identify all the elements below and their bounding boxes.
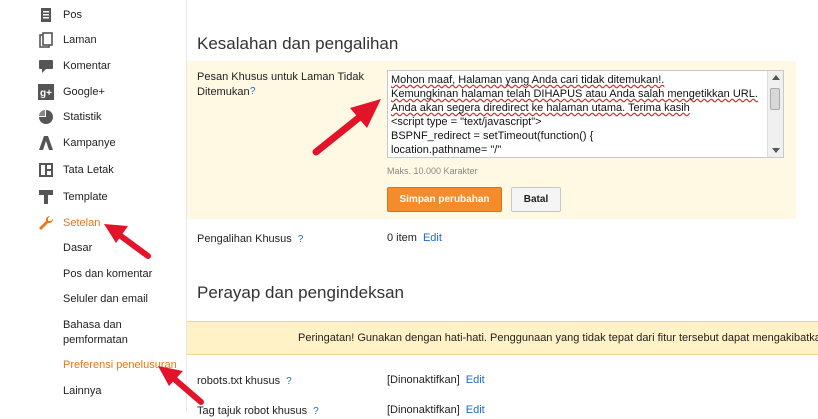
message-line: <script type = "text/javascript">: [391, 116, 542, 128]
sidebar-item-label: Komentar: [63, 60, 111, 72]
robot-tags-label: Tag tajuk robot khusus: [197, 405, 308, 417]
pages-icon: [39, 32, 53, 48]
posts-icon: [41, 8, 51, 22]
comments-icon: [39, 60, 53, 73]
section-title-errors: Kesalahan dan pengalihan: [197, 34, 399, 53]
robot-tags-status: [Dinonaktifkan]: [387, 404, 460, 416]
cancel-button[interactable]: Batal: [511, 187, 561, 212]
section-title-crawlers: Perayap dan pengindeksan: [197, 283, 404, 302]
help-icon[interactable]: ?: [298, 234, 304, 245]
sidebar-subitem-bahasa[interactable]: Bahasa dan pemformatan: [63, 318, 128, 348]
layout-icon: [39, 163, 53, 177]
svg-text:g+: g+: [40, 88, 52, 99]
custom-redirect-value-row: 0 item Edit: [387, 232, 442, 244]
sidebar-item-label: Pos: [63, 9, 82, 21]
custom-404-label: Pesan Khusus untuk Laman Tidak Ditemukan: [197, 70, 377, 100]
sidebar-nav: Pos Laman Komentar g+ Google+ Statistik …: [0, 0, 180, 411]
sidebar-item-google-plus[interactable]: g+ Google+: [38, 83, 105, 101]
textarea-scrollbar[interactable]: [767, 71, 783, 157]
sidebar-item-label: Kampanye: [63, 137, 116, 149]
help-icon[interactable]: ?: [250, 86, 256, 97]
edit-redirect-link[interactable]: Edit: [423, 232, 442, 244]
sidebar-item-label: Template: [63, 191, 108, 203]
sidebar-item-setelan[interactable]: Setelan: [38, 214, 100, 232]
edit-robot-tags-link[interactable]: Edit: [466, 404, 485, 416]
sidebar-item-label: Laman: [63, 34, 97, 46]
message-line: Mohon maaf, Halaman yang Anda cari tidak…: [391, 74, 665, 86]
sidebar-subitem-dasar[interactable]: Dasar: [63, 241, 92, 256]
google-plus-icon: g+: [38, 84, 54, 100]
custom-redirect-count: 0 item: [387, 232, 417, 244]
edit-robots-txt-link[interactable]: Edit: [466, 374, 485, 386]
sidebar-item-template[interactable]: Template: [38, 188, 108, 206]
sidebar-item-label: Statistik: [63, 111, 102, 123]
sidebar-item-komentar[interactable]: Komentar: [38, 57, 111, 75]
sidebar-subitem-preferensi-penelusuran[interactable]: Preferensi penelusuran: [63, 358, 177, 373]
warning-banner: Peringatan! Gunakan dengan hati-hati. Pe…: [187, 321, 818, 355]
scroll-up-arrow-icon[interactable]: [772, 75, 780, 80]
sidebar-item-laman[interactable]: Laman: [38, 31, 97, 49]
save-changes-button[interactable]: Simpan perubahan: [387, 187, 502, 212]
settings-wrench-icon: [39, 215, 54, 230]
message-line: location.pathname= "/": [391, 144, 502, 156]
robot-tags-row: Tag tajuk robot khusus?: [197, 404, 319, 419]
sidebar-item-statistik[interactable]: Statistik: [38, 108, 102, 126]
message-line: Anda akan segera diredirect ke halaman u…: [391, 102, 690, 114]
robots-txt-status: [Dinonaktifkan]: [387, 374, 460, 386]
stats-icon: [39, 110, 53, 124]
warning-text: Peringatan! Gunakan dengan hati-hati. Pe…: [298, 332, 818, 344]
sidebar-item-label: Tata Letak: [63, 164, 114, 176]
scroll-down-arrow-icon[interactable]: [772, 148, 780, 153]
custom-redirect-row: Pengalihan Khusus?: [197, 232, 303, 247]
campaign-icon: [39, 136, 53, 150]
template-icon: [39, 190, 53, 204]
sidebar-item-kampanye[interactable]: Kampanye: [38, 134, 116, 152]
robots-txt-value-row: [Dinonaktifkan] Edit: [387, 374, 485, 386]
message-line: Kemungkinan halaman telah DIHAPUS atau A…: [391, 88, 758, 100]
robots-txt-row: robots.txt khusus?: [197, 374, 292, 389]
custom-404-message-textarea[interactable]: Mohon maaf, Halaman yang Anda cari tidak…: [387, 70, 784, 158]
scroll-thumb[interactable]: [770, 88, 780, 110]
sidebar-item-pos[interactable]: Pos: [38, 6, 82, 24]
custom-redirect-label: Pengalihan Khusus: [197, 233, 292, 245]
sidebar-subitem-lainnya[interactable]: Lainnya: [63, 384, 102, 399]
help-icon[interactable]: ?: [286, 376, 292, 387]
sidebar-item-label: Setelan: [63, 217, 101, 229]
custom-404-message-text: Mohon maaf, Halaman yang Anda cari tidak…: [388, 71, 783, 157]
robots-txt-label: robots.txt khusus: [197, 375, 281, 387]
help-icon[interactable]: ?: [313, 406, 319, 417]
custom-404-label-text: Pesan Khusus untuk Laman Tidak Ditemukan: [197, 71, 364, 98]
sidebar-subitem-seluler-email[interactable]: Seluler dan email: [63, 292, 148, 307]
message-line: BSPNF_redirect = setTimeout(function() {: [391, 130, 594, 142]
robot-tags-value-row: [Dinonaktifkan] Edit: [387, 404, 485, 416]
sidebar-subitem-pos-komentar[interactable]: Pos dan komentar: [63, 267, 152, 282]
sidebar-item-label: Google+: [63, 86, 105, 98]
max-characters-hint: Maks. 10.000 Karakter: [387, 166, 478, 176]
sidebar-item-tata-letak[interactable]: Tata Letak: [38, 161, 114, 179]
